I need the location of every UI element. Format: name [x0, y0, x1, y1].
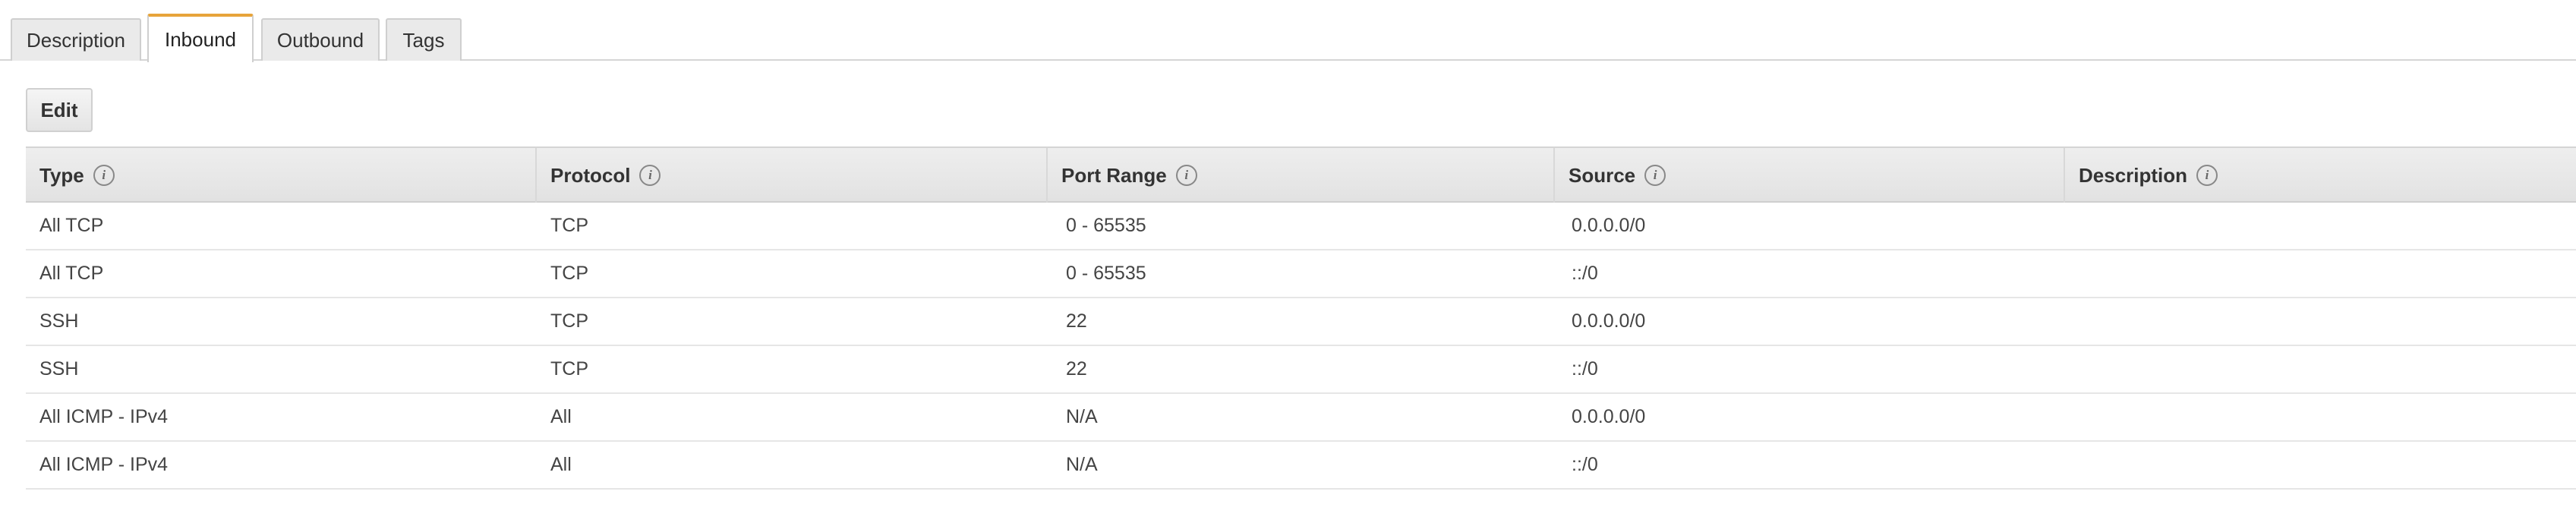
cell-description	[2065, 394, 2576, 440]
cell-description	[2065, 250, 2576, 297]
column-header-label: Protocol	[550, 163, 631, 187]
table-row[interactable]: All TCP TCP 0 - 65535 0.0.0.0/0	[26, 203, 2576, 250]
cell-source: 0.0.0.0/0	[1572, 215, 1646, 236]
table-row[interactable]: SSH TCP 22 0.0.0.0/0	[26, 298, 2576, 346]
tab-inbound[interactable]: Inbound	[147, 14, 254, 62]
cell-description	[2065, 298, 2576, 345]
column-header-label: Source	[1569, 163, 1636, 187]
cell-source: 0.0.0.0/0	[1572, 310, 1646, 332]
column-header-port-range[interactable]: Port Range i	[1048, 148, 1555, 203]
column-header-description[interactable]: Description i	[2065, 148, 2576, 203]
inbound-rules-table: Type i Protocol i Port Range i Source i …	[26, 146, 2576, 490]
info-icon[interactable]: i	[1175, 165, 1197, 186]
info-icon[interactable]: i	[1644, 165, 1666, 186]
table-header: Type i Protocol i Port Range i Source i …	[26, 146, 2576, 203]
cell-description	[2065, 442, 2576, 488]
tab-bar: Description Inbound Outbound Tags	[0, 0, 2576, 62]
table-row[interactable]: All ICMP - IPv4 All N/A ::/0	[26, 442, 2576, 490]
cell-protocol: TCP	[550, 215, 588, 236]
cell-protocol: All	[550, 454, 572, 475]
column-header-label: Type	[39, 163, 84, 187]
info-icon[interactable]: i	[93, 165, 115, 186]
edit-button[interactable]: Edit	[26, 88, 93, 132]
cell-port-range: N/A	[1066, 454, 1098, 475]
cell-port-range: 0 - 65535	[1066, 263, 1146, 284]
cell-port-range: 0 - 65535	[1066, 215, 1146, 236]
cell-type: SSH	[39, 358, 79, 380]
cell-type: All ICMP - IPv4	[39, 406, 169, 427]
column-header-type[interactable]: Type i	[26, 148, 537, 203]
cell-type: All TCP	[39, 263, 104, 284]
tab-description[interactable]: Description	[11, 18, 141, 61]
cell-type: All TCP	[39, 215, 104, 236]
table-row[interactable]: SSH TCP 22 ::/0	[26, 346, 2576, 394]
cell-source: ::/0	[1572, 263, 1598, 284]
cell-port-range: N/A	[1066, 406, 1098, 427]
cell-description	[2065, 203, 2576, 249]
table-row[interactable]: All TCP TCP 0 - 65535 ::/0	[26, 250, 2576, 298]
cell-protocol: TCP	[550, 263, 588, 284]
cell-protocol: All	[550, 406, 572, 427]
cell-source: 0.0.0.0/0	[1572, 406, 1646, 427]
cell-protocol: TCP	[550, 358, 588, 380]
cell-port-range: 22	[1066, 358, 1087, 380]
info-icon[interactable]: i	[2196, 165, 2218, 186]
info-icon[interactable]: i	[639, 165, 661, 186]
column-header-source[interactable]: Source i	[1555, 148, 2065, 203]
column-header-protocol[interactable]: Protocol i	[537, 148, 1048, 203]
cell-type: All ICMP - IPv4	[39, 454, 169, 475]
cell-protocol: TCP	[550, 310, 588, 332]
cell-source: ::/0	[1572, 358, 1598, 380]
cell-source: ::/0	[1572, 454, 1598, 475]
cell-description	[2065, 346, 2576, 392]
security-group-rules-panel: Description Inbound Outbound Tags Edit T…	[0, 0, 2576, 526]
column-header-label: Description	[2079, 163, 2188, 187]
cell-port-range: 22	[1066, 310, 1087, 332]
column-header-label: Port Range	[1061, 163, 1167, 187]
tab-tags[interactable]: Tags	[386, 18, 462, 61]
tab-outbound[interactable]: Outbound	[261, 18, 380, 61]
table-row[interactable]: All ICMP - IPv4 All N/A 0.0.0.0/0	[26, 394, 2576, 442]
cell-type: SSH	[39, 310, 79, 332]
